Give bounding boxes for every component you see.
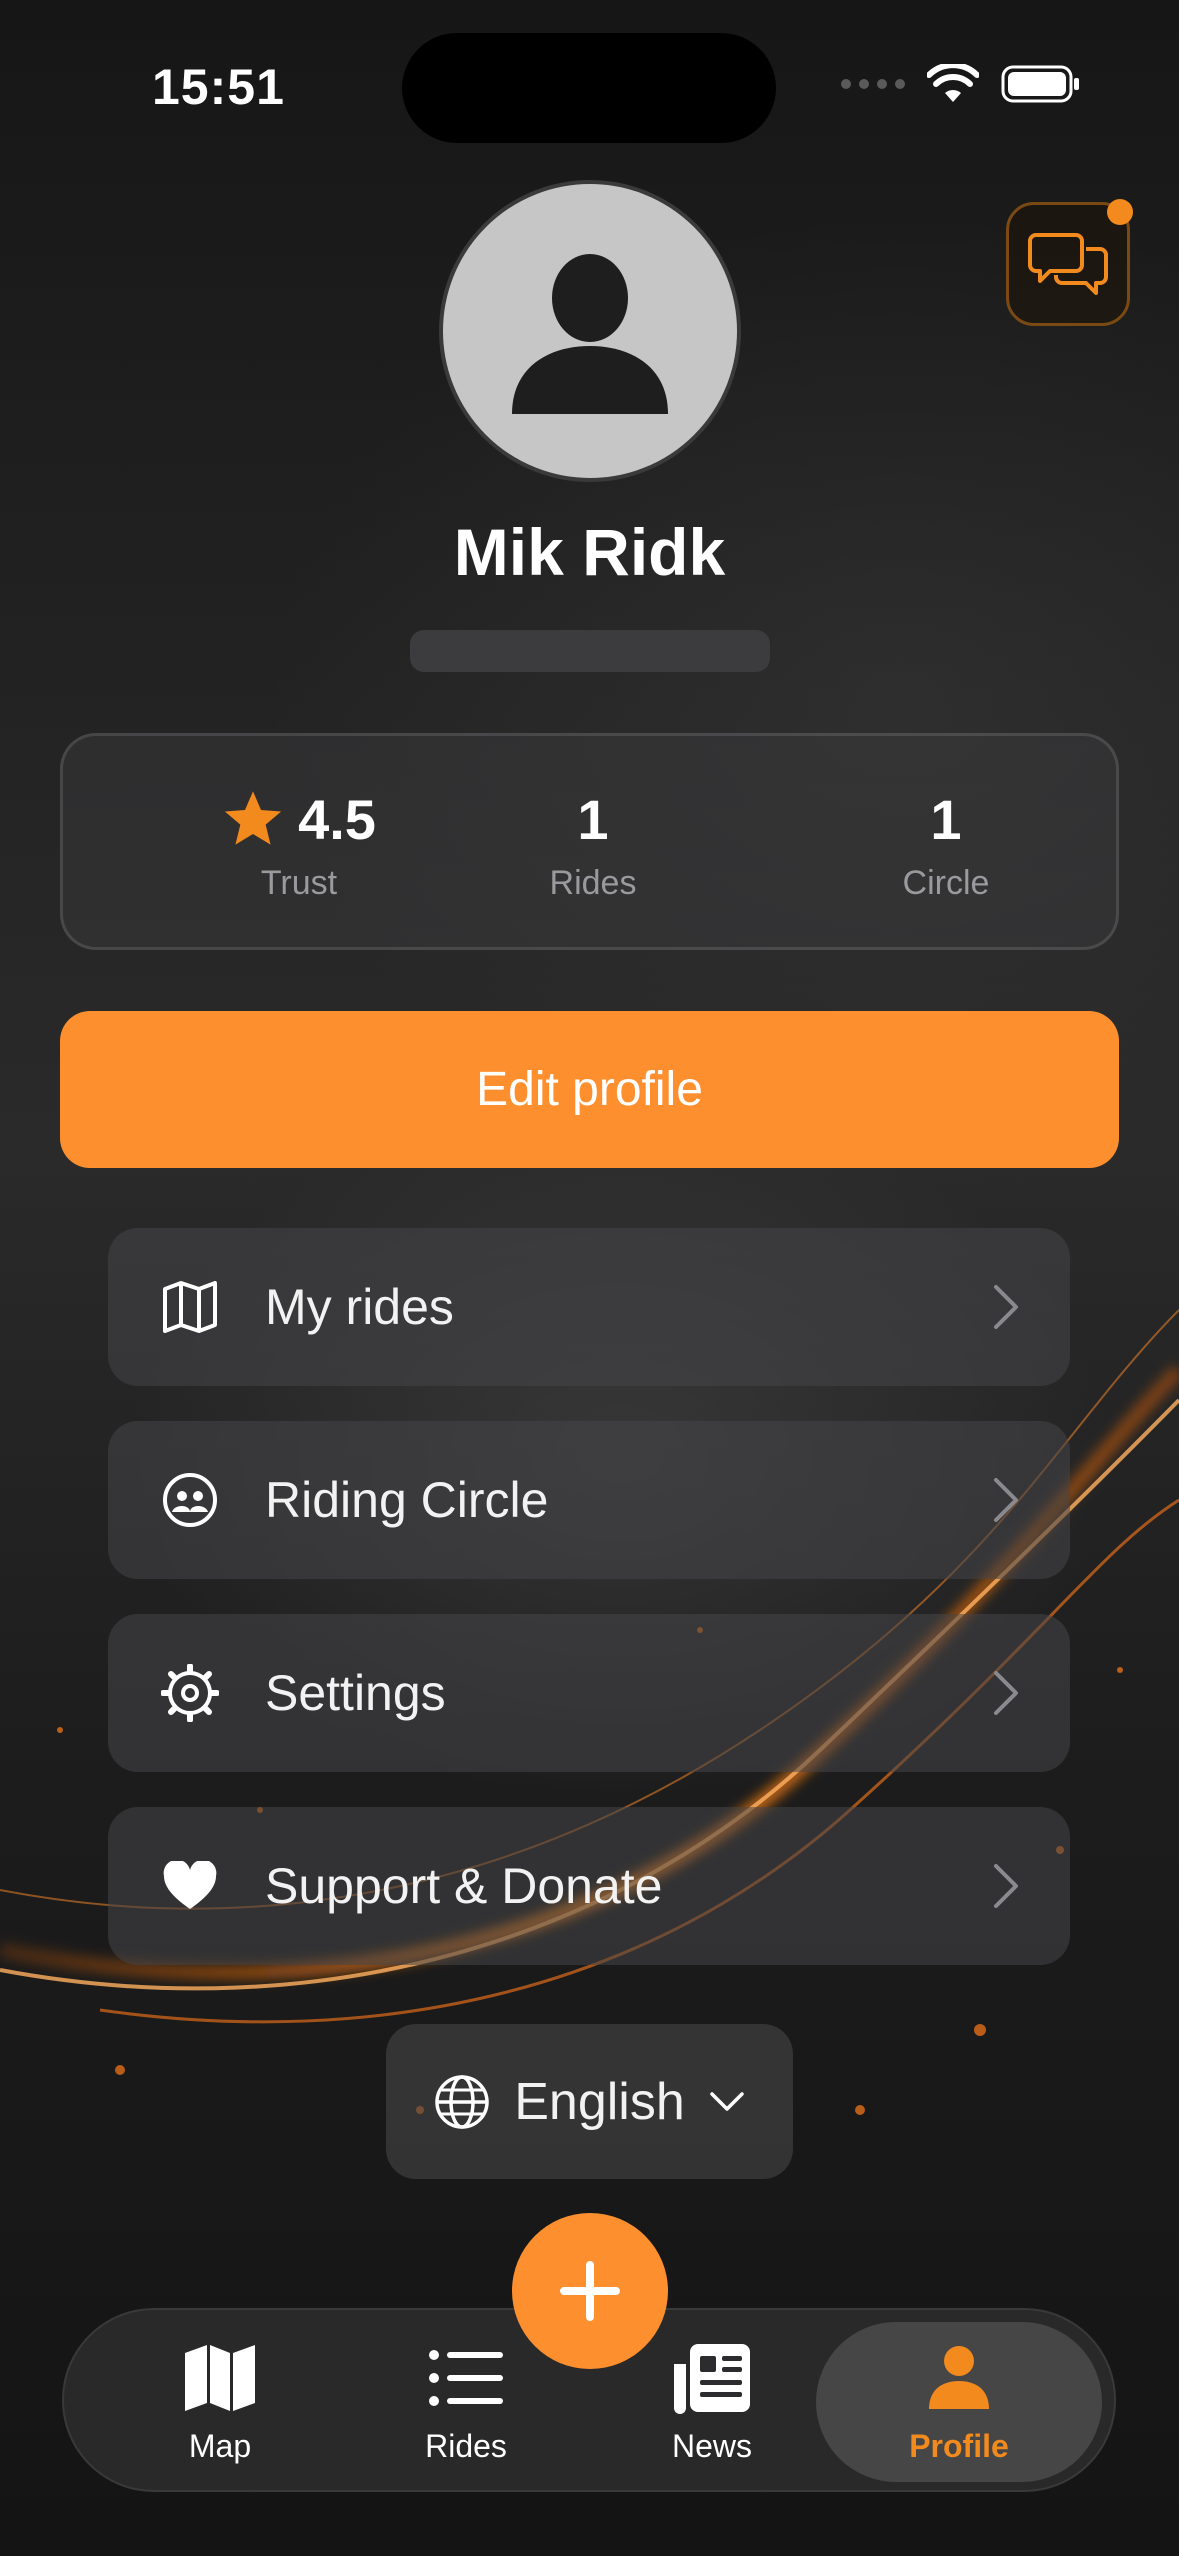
chat-bubbles-icon — [1028, 233, 1108, 295]
battery-icon — [1001, 65, 1079, 103]
menu-item-riding-circle[interactable]: Riding Circle — [108, 1421, 1070, 1579]
menu-item-label: Settings — [265, 1665, 446, 1721]
trust-value: 4.5 — [298, 787, 376, 851]
chevron-right-icon — [986, 1856, 1026, 1916]
rides-label: Rides — [549, 864, 637, 902]
stat-circle: 1 Circle — [796, 786, 1096, 903]
trust-label: Trust — [260, 864, 338, 902]
tab-label: Profile — [909, 2427, 1009, 2464]
rides-value: 1 — [577, 787, 609, 851]
language-label: English — [514, 2072, 685, 2131]
chevron-right-icon — [986, 1470, 1026, 1530]
tab-label: Map — [188, 2427, 252, 2464]
subtitle-placeholder — [410, 630, 770, 672]
menu-item-settings[interactable]: Settings — [108, 1614, 1070, 1772]
tab-profile[interactable]: Profile — [816, 2322, 1102, 2482]
menu-item-label: Support & Donate — [265, 1858, 663, 1914]
star-icon — [224, 791, 282, 845]
add-ride-button[interactable] — [512, 2213, 668, 2369]
tab-label: Rides — [425, 2427, 507, 2464]
heart-icon — [160, 1856, 220, 1916]
language-selector[interactable]: English — [386, 2024, 793, 2179]
menu-item-my-rides[interactable]: My rides — [108, 1228, 1070, 1386]
menu-item-support-donate[interactable]: Support & Donate — [108, 1807, 1070, 1965]
person-icon — [917, 2340, 1001, 2416]
profile-name: Mik Ridk — [453, 515, 726, 589]
profile-screen: 15:51 Mik Ridk 4.5 Trust 1 Rides 1 Circl… — [0, 0, 1179, 2556]
list-icon — [424, 2340, 508, 2416]
gear-icon — [160, 1663, 220, 1723]
wifi-icon — [927, 64, 979, 102]
globe-icon — [435, 2074, 489, 2129]
status-time: 15:51 — [152, 59, 285, 115]
chevron-down-icon — [710, 2091, 744, 2111]
map-icon — [178, 2340, 262, 2416]
menu-item-label: Riding Circle — [265, 1472, 549, 1528]
dynamic-island — [402, 33, 776, 143]
avatar[interactable] — [439, 180, 741, 482]
menu-item-label: My rides — [265, 1279, 454, 1335]
messages-button[interactable] — [1006, 199, 1133, 326]
stat-rides: 1 Rides — [443, 786, 743, 903]
group-icon — [160, 1470, 220, 1530]
edit-profile-button[interactable]: Edit profile — [60, 1011, 1119, 1168]
stat-trust: 4.5 Trust — [149, 786, 449, 903]
status-indicators — [841, 64, 1081, 104]
notification-dot — [1107, 199, 1133, 225]
tab-label: News — [671, 2427, 752, 2464]
tab-map[interactable]: Map — [100, 2310, 340, 2494]
circle-value: 1 — [930, 787, 962, 851]
stats-card: 4.5 Trust 1 Rides 1 Circle — [60, 733, 1119, 950]
plus-icon — [560, 2261, 620, 2321]
chevron-right-icon — [986, 1277, 1026, 1337]
chevron-right-icon — [986, 1663, 1026, 1723]
circle-label: Circle — [902, 864, 990, 902]
newspaper-icon — [670, 2340, 754, 2416]
cellular-signal-icon — [841, 79, 905, 89]
map-icon — [160, 1277, 220, 1337]
person-placeholder-icon — [512, 254, 668, 414]
